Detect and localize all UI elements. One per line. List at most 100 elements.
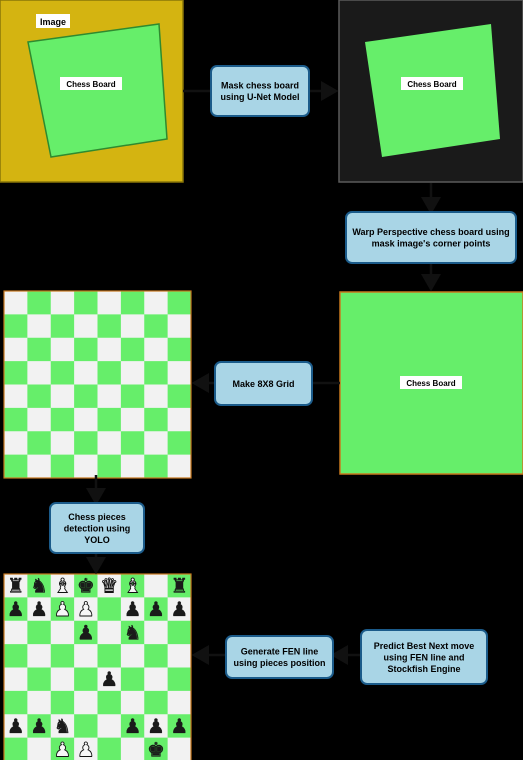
grid-board-light-square (144, 431, 168, 455)
black-pawn-icon: ♟ (30, 597, 48, 621)
mask-step: Mask chess boardusing U-Net Model (210, 65, 310, 117)
detect-step-label: YOLO (84, 535, 110, 545)
grid-board-light-square (27, 407, 51, 432)
predict-step-label: using FEN line and (383, 652, 464, 662)
black-pawn-icon: ♟ (124, 597, 142, 621)
grid-board-light-square (4, 291, 28, 315)
grid-step-label: Make 8X8 Grid (232, 379, 294, 389)
masked-image-panel: Chess Board (338, 0, 523, 183)
black-knight-icon: ♞ (30, 574, 48, 598)
black-pawn-icon: ♟ (77, 620, 95, 644)
detect-step-label: Chess pieces (68, 512, 126, 522)
grid-board-light-square (120, 361, 145, 385)
fen-step-label: Generate FEN line (241, 647, 319, 657)
grid-board-light-square (50, 384, 75, 408)
pieces-board-light-square (74, 644, 98, 668)
grid-board-light-square (97, 337, 121, 362)
fen-step-box (225, 635, 334, 679)
pieces-board-light-square (4, 620, 28, 645)
grid-board-light-square (74, 407, 98, 432)
pieces-board-light-square (27, 690, 51, 715)
grid-board-light-square (27, 361, 51, 385)
grid-board-light-square (97, 291, 121, 315)
image-tag: Image (40, 17, 66, 27)
pieces-board-light-square (144, 620, 168, 645)
pieces-board-light-square (120, 644, 145, 668)
rotated-board (27, 23, 168, 158)
pieces-board-light-square (74, 690, 98, 715)
black-king-icon: ♚ (77, 574, 95, 598)
warped-board-label: Chess Board (406, 379, 455, 388)
grid-board-light-square (120, 407, 145, 432)
grid-board-light-square (120, 454, 145, 478)
grid-board-light-square (50, 431, 75, 455)
grid-board-light-square (74, 361, 98, 385)
white-bishop-icon: ♝ (124, 574, 142, 598)
grid-board-light-square (50, 291, 75, 315)
black-knight-icon: ♞ (124, 620, 142, 644)
pieces-board-light-square (120, 737, 145, 760)
fen-step-label: using pieces position (233, 658, 325, 668)
warp-step: Warp Perspective chess board using mask i… (345, 211, 517, 264)
warp-step-label: mask image's corner points (372, 239, 491, 249)
white-pawn-icon: ♟ (77, 737, 95, 760)
warped-image-panel: Chess Board (339, 291, 523, 475)
black-pawn-icon: ♟ (170, 597, 188, 621)
mask-step-label: using U-Net Model (221, 92, 300, 102)
white-pawn-icon: ♟ (53, 737, 71, 760)
pieces-board-light-square (97, 714, 121, 738)
grid-board-light-square (144, 337, 168, 362)
warp-step-label: Warp Perspective chess board using (352, 227, 509, 237)
grid-board-light-square (97, 431, 121, 455)
grid-board-panel (3, 290, 192, 479)
black-pawn-icon: ♟ (7, 597, 25, 621)
black-knight-icon: ♞ (53, 714, 71, 738)
grid-board-light-square (167, 407, 191, 432)
predict-step-label: Predict Best Next move (374, 641, 475, 651)
grid-step: Make 8X8 Grid (214, 361, 313, 406)
black-pawn-icon: ♟ (100, 667, 118, 691)
black-rook-icon: ♜ (7, 574, 25, 598)
white-pawn-icon: ♟ (77, 597, 95, 621)
pieces-board-panel: ♜ ♞ ♝ ♚ ♛ ♝ ♜♟ ♟ ♟ ♟ ♟ ♟ ♟♟ ♞♟♟ ♟ ♞ ♟ ♟ ♟♟ ♟ ♚ (3, 573, 192, 760)
input-image-panel: Image Chess Board (0, 0, 184, 183)
pieces-board-light-square (167, 737, 191, 760)
black-pawn-icon: ♟ (7, 714, 25, 738)
board-label: Chess Board (66, 80, 115, 89)
detect-step: Chess piecesdetection using YOLO (49, 502, 145, 554)
mask-step-box (210, 65, 310, 117)
pieces-board-light-square (167, 644, 191, 668)
white-bishop-icon: ♝ (53, 574, 71, 598)
grid-board-light-square (4, 384, 28, 408)
black-pawn-icon: ♟ (124, 714, 142, 738)
pieces-board-light-square (27, 737, 51, 760)
grid-board-light-square (27, 454, 51, 478)
grid-board-light-square (27, 314, 51, 338)
grid-board-light-square (97, 384, 121, 408)
grid-board-light-square (144, 291, 168, 315)
warp-step-box (345, 211, 517, 264)
grid-board-light-square (4, 431, 28, 455)
black-pawn-icon: ♟ (30, 714, 48, 738)
pieces-board-light-square (144, 574, 168, 598)
white-pawn-icon: ♟ (53, 597, 71, 621)
pieces-board-light-square (50, 667, 75, 691)
pieces-board-light-square (167, 690, 191, 715)
grid-board-light-square (167, 454, 191, 478)
masked-board-label: Chess Board (407, 80, 456, 89)
grid-board-light-square (4, 337, 28, 362)
grid-board-light-square (74, 454, 98, 478)
grid-board-light-square (74, 314, 98, 338)
pieces-board-light-square (27, 644, 51, 668)
grid-board-light-square (120, 314, 145, 338)
black-pawn-icon: ♟ (147, 597, 165, 621)
grid-board-light-square (167, 314, 191, 338)
pieces-board-light-square (4, 667, 28, 691)
grid-board-light-square (144, 384, 168, 408)
pipeline-diagram: Image Chess Board Chess Board Chess Boar… (0, 0, 523, 760)
mask-step-label: Mask chess board (221, 81, 299, 91)
black-pawn-icon: ♟ (170, 714, 188, 738)
pieces-board-light-square (50, 620, 75, 645)
detect-step-label: detection using (64, 523, 131, 533)
pieces-board-light-square (97, 620, 121, 645)
